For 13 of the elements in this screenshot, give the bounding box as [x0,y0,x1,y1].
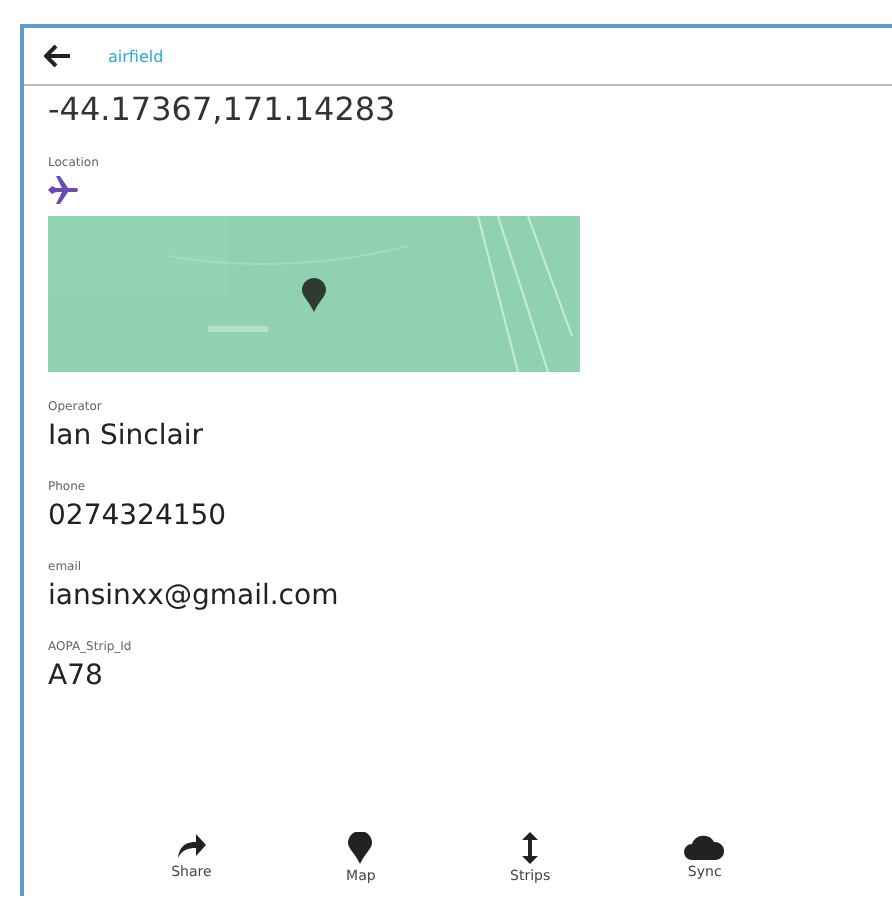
field-value: iansinxx@gmail.com [48,580,341,612]
field-value: Ian Sinclair [48,420,205,452]
airplane-icon [48,176,80,204]
share-icon [175,832,208,860]
back-button[interactable] [44,44,72,68]
page-title: airfield [108,47,164,65]
vertical-arrows-icon [520,832,541,864]
pin-icon [348,832,373,864]
back-arrow-icon [44,44,72,68]
field-value: 0274324150 [48,500,229,532]
field-value: A78 [48,660,105,692]
cloud-icon [684,832,725,860]
coordinates: -44.17367,171.14283 [48,90,398,128]
